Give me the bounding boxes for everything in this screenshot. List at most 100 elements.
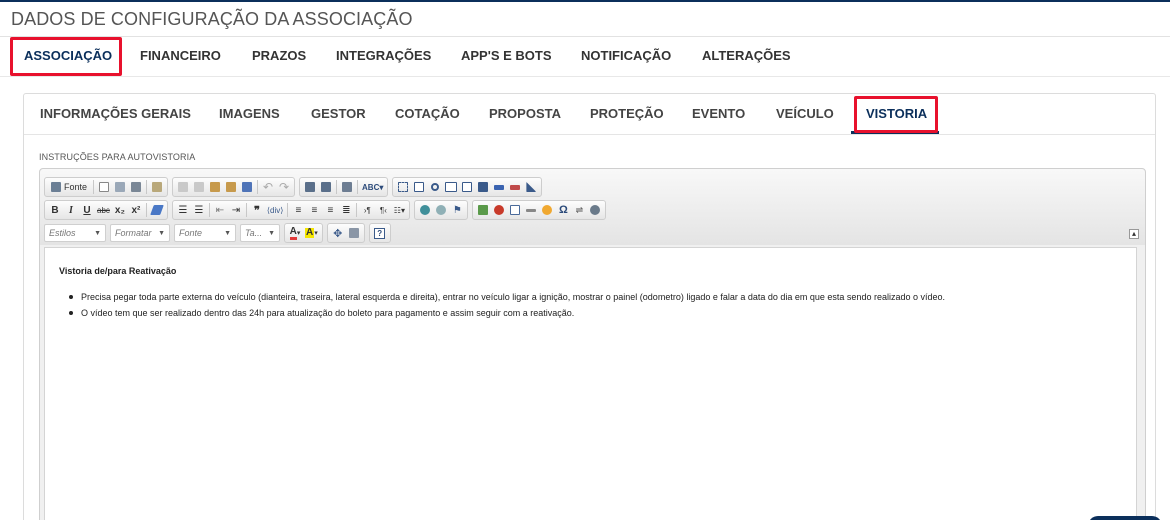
textarea-button[interactable] — [459, 178, 475, 196]
maximize-button[interactable]: ✥ — [330, 224, 346, 242]
radio-button[interactable] — [427, 178, 443, 196]
background-color-button[interactable]: A ▾ — [303, 224, 320, 242]
text-color-icon: A — [289, 226, 297, 240]
unlink-button[interactable] — [433, 201, 449, 219]
tab-alteracoes[interactable]: ALTERAÇÕES — [702, 36, 791, 76]
align-justify-button[interactable]: ≣ — [338, 201, 354, 219]
tab-integracoes[interactable]: INTEGRAÇÕES — [336, 36, 431, 76]
bulleted-list-button[interactable]: ☰ — [191, 201, 207, 219]
replace-icon — [321, 182, 332, 192]
about-button[interactable]: ? — [372, 224, 388, 242]
language-button[interactable]: ☷▾ — [391, 201, 407, 219]
numbered-list-button[interactable]: ☰ — [175, 201, 191, 219]
image-button[interactable] — [475, 201, 491, 219]
subtab-informacoes-gerais[interactable]: INFORMAÇÕES GERAIS — [40, 96, 191, 132]
select-all-button[interactable] — [339, 178, 355, 196]
tab-prazos[interactable]: PRAZOS — [252, 36, 306, 76]
paste-word-button[interactable] — [239, 178, 255, 196]
source-button[interactable]: Fonte — [47, 178, 91, 196]
indent-button[interactable]: ⇥ — [228, 201, 244, 219]
superscript-button[interactable]: x² — [128, 201, 144, 219]
eraser-icon — [150, 205, 164, 215]
italic-button[interactable]: I — [63, 201, 79, 219]
tab-associacao[interactable]: ASSOCIAÇÃO — [24, 36, 112, 76]
cut-button[interactable] — [175, 178, 191, 196]
table-button[interactable] — [507, 201, 523, 219]
replace-button[interactable] — [318, 178, 334, 196]
ltr-button[interactable]: ›¶ — [359, 201, 375, 219]
rtl-button[interactable]: ¶‹ — [375, 201, 391, 219]
div-container-button[interactable]: ⟨div⟩ — [265, 201, 285, 219]
floating-button[interactable] — [1088, 516, 1162, 520]
select-field-icon — [478, 182, 489, 192]
special-char-button[interactable]: Ω — [555, 201, 571, 219]
spellcheck-button[interactable]: ABC▾ — [360, 178, 385, 196]
subtab-evento[interactable]: EVENTO — [692, 96, 745, 132]
outdent-button[interactable]: ⇤ — [212, 201, 228, 219]
format-dropdown[interactable]: Formatar ▼ — [110, 224, 170, 242]
align-right-button[interactable]: ≡ — [322, 201, 338, 219]
language-icon: ☷▾ — [393, 205, 405, 215]
italic-icon: I — [69, 204, 73, 216]
paste-button[interactable] — [207, 178, 223, 196]
image-button-field-button[interactable] — [507, 178, 523, 196]
editor-content[interactable]: Vistoria de/para Reativação Precisa pega… — [44, 247, 1137, 520]
main-tabs: ASSOCIAÇÃO FINANCEIRO PRAZOS INTEGRAÇÕES… — [0, 36, 1170, 76]
select-field-button[interactable] — [475, 178, 491, 196]
align-center-button[interactable]: ≡ — [306, 201, 322, 219]
table-icon — [510, 205, 521, 215]
tab-notificacao[interactable]: NOTIFICAÇÃO — [581, 36, 671, 76]
subtab-imagens[interactable]: IMAGENS — [219, 96, 280, 132]
show-blocks-button[interactable] — [346, 224, 362, 242]
copy-button[interactable] — [191, 178, 207, 196]
find-button[interactable] — [302, 178, 318, 196]
font-dropdown[interactable]: Fonte ▼ — [174, 224, 236, 242]
page-break-icon: ⇌ — [575, 204, 584, 215]
remove-format-button[interactable] — [149, 201, 165, 219]
blockquote-button[interactable]: ❞ — [249, 201, 265, 219]
bold-button[interactable]: B — [47, 201, 63, 219]
tab-apps-e-bots[interactable]: APP'S E BOTS — [461, 36, 552, 76]
collapse-toolbar-button[interactable]: ▴ — [1129, 229, 1139, 239]
anchor-button[interactable]: ⚑ — [449, 201, 465, 219]
subtab-proposta[interactable]: PROPOSTA — [489, 96, 561, 132]
flash-icon — [494, 205, 505, 215]
toolbar-group-tools: ✥ — [326, 223, 365, 243]
subscript-button[interactable]: x₂ — [112, 201, 128, 219]
styles-dropdown[interactable]: Estilos ▼ — [44, 224, 106, 242]
textfield-button[interactable] — [443, 178, 459, 196]
button-field-button[interactable] — [491, 178, 507, 196]
strikethrough-icon: abc — [97, 205, 110, 215]
page-break-button[interactable]: ⇌ — [571, 201, 587, 219]
checkbox-button[interactable] — [411, 178, 427, 196]
flash-button[interactable] — [491, 201, 507, 219]
new-page-button[interactable] — [96, 178, 112, 196]
templates-button[interactable] — [149, 178, 165, 196]
tab-financeiro[interactable]: FINANCEIRO — [140, 36, 221, 76]
link-button[interactable] — [417, 201, 433, 219]
align-left-button[interactable]: ≡ — [290, 201, 306, 219]
redo-button[interactable]: ↷ — [276, 178, 292, 196]
text-color-button[interactable]: A ▾ — [287, 224, 303, 242]
subtab-gestor[interactable]: GESTOR — [311, 96, 366, 132]
subtab-cotacao[interactable]: COTAÇÃO — [395, 96, 460, 132]
hidden-field-icon — [526, 182, 537, 192]
subtab-vistoria[interactable]: VISTORIA — [866, 96, 927, 132]
print-button[interactable] — [128, 178, 144, 196]
subtab-veiculo[interactable]: VEÍCULO — [776, 96, 834, 132]
undo-button[interactable]: ↶ — [260, 178, 276, 196]
horizontal-rule-button[interactable] — [523, 201, 539, 219]
paste-text-icon — [226, 182, 237, 192]
smiley-button[interactable] — [539, 201, 555, 219]
hidden-field-button[interactable] — [523, 178, 539, 196]
subtab-protecao[interactable]: PROTEÇÃO — [590, 96, 664, 132]
paste-text-button[interactable] — [223, 178, 239, 196]
paste-word-icon — [242, 182, 253, 192]
size-dropdown[interactable]: Ta... ▼ — [240, 224, 280, 242]
strikethrough-button[interactable]: abc — [95, 201, 112, 219]
underline-button[interactable]: U — [79, 201, 95, 219]
iframe-button[interactable] — [587, 201, 603, 219]
textfield-icon — [445, 182, 458, 192]
form-button[interactable] — [395, 178, 411, 196]
preview-button[interactable] — [112, 178, 128, 196]
